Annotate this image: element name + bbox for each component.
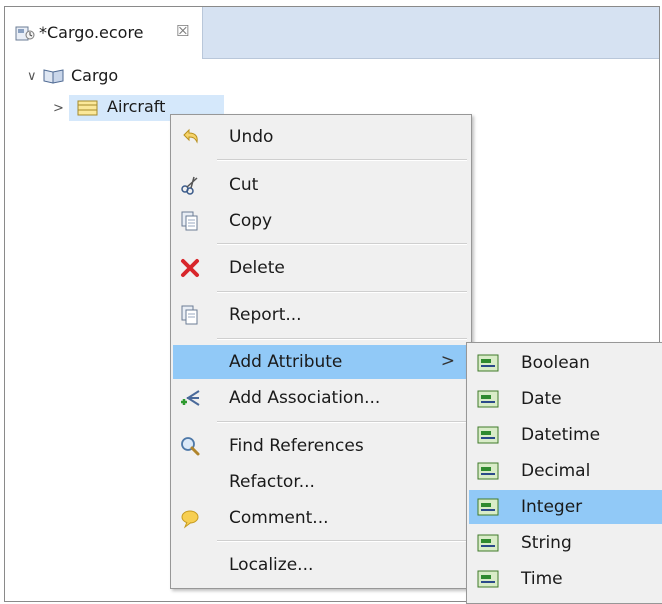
close-tab-icon[interactable]: ☒ <box>176 22 189 40</box>
comment-icon <box>181 510 199 529</box>
tab-cargo-ecore[interactable]: *Cargo.ecore ☒ <box>5 7 203 59</box>
class-icon <box>77 100 98 116</box>
report-icon <box>181 305 198 325</box>
editor-tab-bar: *Cargo.ecore ☒ <box>5 7 659 59</box>
add-association-icon <box>181 390 200 406</box>
magnifier-icon <box>181 437 200 456</box>
expand-twisty-icon[interactable]: > <box>53 101 64 116</box>
menu-item-delete[interactable]: Delete <box>173 251 469 285</box>
tab-label: *Cargo.ecore <box>39 23 144 42</box>
attribute-icon <box>477 498 499 516</box>
delete-x-icon <box>181 259 199 277</box>
context-menu: Undo Cut Copy Delete Report... Add Attri… <box>170 114 472 589</box>
submenu-arrow-icon: > <box>440 351 455 371</box>
undo-icon <box>183 128 198 144</box>
attribute-icon <box>477 354 499 372</box>
menu-item-copy[interactable]: Copy <box>173 204 469 238</box>
menu-item-add-association[interactable]: Add Association... <box>173 381 469 415</box>
menu-separator <box>217 540 467 542</box>
menu-item-report[interactable]: Report... <box>173 298 469 332</box>
menu-item-undo[interactable]: Undo <box>173 120 469 154</box>
menu-item-find-references[interactable]: Find References <box>173 429 469 463</box>
tree-item-label: Cargo <box>71 66 119 85</box>
menu-separator <box>217 291 467 293</box>
attribute-icon <box>477 426 499 444</box>
menu-item-add-attribute[interactable]: Add Attribute > <box>173 345 469 379</box>
menu-item-cut[interactable]: Cut <box>173 168 469 202</box>
collapse-twisty-icon[interactable]: ∨ <box>27 69 37 84</box>
menu-separator <box>217 338 467 340</box>
package-icon <box>43 69 64 84</box>
menu-separator <box>217 421 467 423</box>
copy-icon <box>181 211 198 231</box>
attribute-icon <box>477 462 499 480</box>
attribute-icon <box>477 570 499 588</box>
submenu-item-string[interactable]: String <box>469 526 662 560</box>
menu-item-refactor[interactable]: Refactor... <box>173 465 469 499</box>
menu-separator <box>217 159 467 161</box>
tree-item-label: Aircraft <box>107 97 166 116</box>
attribute-icon <box>477 390 499 408</box>
submenu-item-date[interactable]: Date <box>469 382 662 416</box>
attribute-icon <box>477 534 499 552</box>
submenu-item-decimal[interactable]: Decimal <box>469 454 662 488</box>
submenu-item-boolean[interactable]: Boolean <box>469 346 662 380</box>
submenu-item-time[interactable]: Time <box>469 562 662 596</box>
menu-separator <box>217 243 467 245</box>
submenu-item-datetime[interactable]: Datetime <box>469 418 662 452</box>
scissors-icon <box>181 176 198 195</box>
submenu-item-integer[interactable]: Integer <box>469 490 662 524</box>
add-attribute-submenu: Boolean Date Datetime Decimal Integer St… <box>466 342 662 604</box>
menu-item-localize[interactable]: Localize... <box>173 548 469 582</box>
ecore-file-icon <box>15 26 35 41</box>
menu-item-comment[interactable]: Comment... <box>173 501 469 535</box>
